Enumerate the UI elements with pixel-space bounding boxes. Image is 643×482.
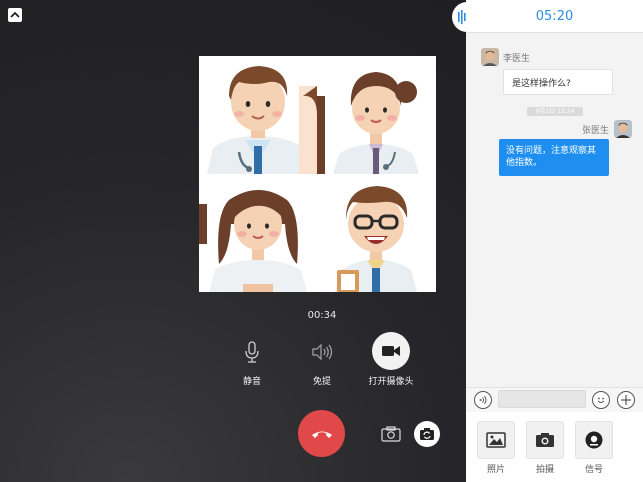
- call-timer: 00:34: [307, 310, 337, 321]
- image-icon: [477, 421, 515, 459]
- participant-video-female-doctor-1[interactable]: [317, 56, 435, 174]
- video-camera-icon: [372, 332, 410, 370]
- speaker-button[interactable]: 免提: [302, 334, 342, 387]
- signal-icon: [575, 421, 613, 459]
- more-button[interactable]: [617, 391, 635, 409]
- audio-wave-icon: [458, 10, 466, 24]
- tool-photo[interactable]: 照片: [477, 421, 515, 475]
- microphone-icon: [232, 334, 272, 370]
- voice-icon: [479, 395, 487, 405]
- participant-video-male-doctor[interactable]: [199, 56, 317, 174]
- chat-panel-toggle[interactable]: [452, 2, 482, 32]
- collapse-button[interactable]: [8, 8, 22, 22]
- camera-switch-outline-icon: [381, 426, 401, 442]
- chevron-up-icon: [10, 11, 20, 18]
- tool-capture[interactable]: 拍摄: [526, 421, 564, 475]
- participant-video-female-doctor-2[interactable]: [199, 174, 317, 292]
- flip-camera-outline-button[interactable]: [381, 426, 401, 442]
- switch-camera-button[interactable]: [414, 421, 440, 447]
- sender-name-outgoing: 张医生: [582, 126, 610, 136]
- avatar-zhang-doctor[interactable]: [614, 120, 632, 138]
- tool-signal[interactable]: 信号: [575, 421, 613, 475]
- participant-video-male-doctor-glasses[interactable]: [317, 174, 435, 292]
- chat-header: 05:20: [466, 0, 643, 33]
- mute-button[interactable]: 静音: [232, 334, 272, 387]
- message-input[interactable]: [498, 390, 586, 408]
- tool-signal-label: 信号: [584, 465, 603, 475]
- camera-icon: [526, 421, 564, 459]
- hang-up-button[interactable]: [298, 410, 345, 457]
- tool-capture-label: 拍摄: [535, 465, 554, 475]
- smiley-icon: [597, 397, 605, 403]
- sender-name-incoming: 李医生: [503, 54, 531, 64]
- mute-label: 静音: [242, 377, 261, 387]
- chat-header-time: 05:20: [535, 9, 574, 24]
- open-camera-button[interactable]: 打开摄像头: [360, 332, 422, 387]
- message-timestamp: 9月1日 12:24: [527, 107, 583, 116]
- speaker-icon: [302, 334, 342, 370]
- phone-hangup-icon: [311, 431, 332, 438]
- participants-video-grid: [199, 56, 436, 292]
- plus-icon: [621, 395, 631, 405]
- open-camera-label: 打开摄像头: [368, 377, 414, 387]
- tool-photo-label: 照片: [486, 465, 505, 475]
- voice-input-button[interactable]: [474, 391, 492, 409]
- emoji-button[interactable]: [592, 391, 610, 409]
- speaker-label: 免提: [312, 377, 331, 387]
- message-bubble-outgoing[interactable]: 没有问题，注意观察其他指数。: [499, 139, 609, 176]
- camera-rotate-icon: [420, 428, 434, 440]
- message-bubble-incoming[interactable]: 是这样操作么?: [503, 69, 613, 95]
- avatar-li-doctor[interactable]: [481, 48, 499, 66]
